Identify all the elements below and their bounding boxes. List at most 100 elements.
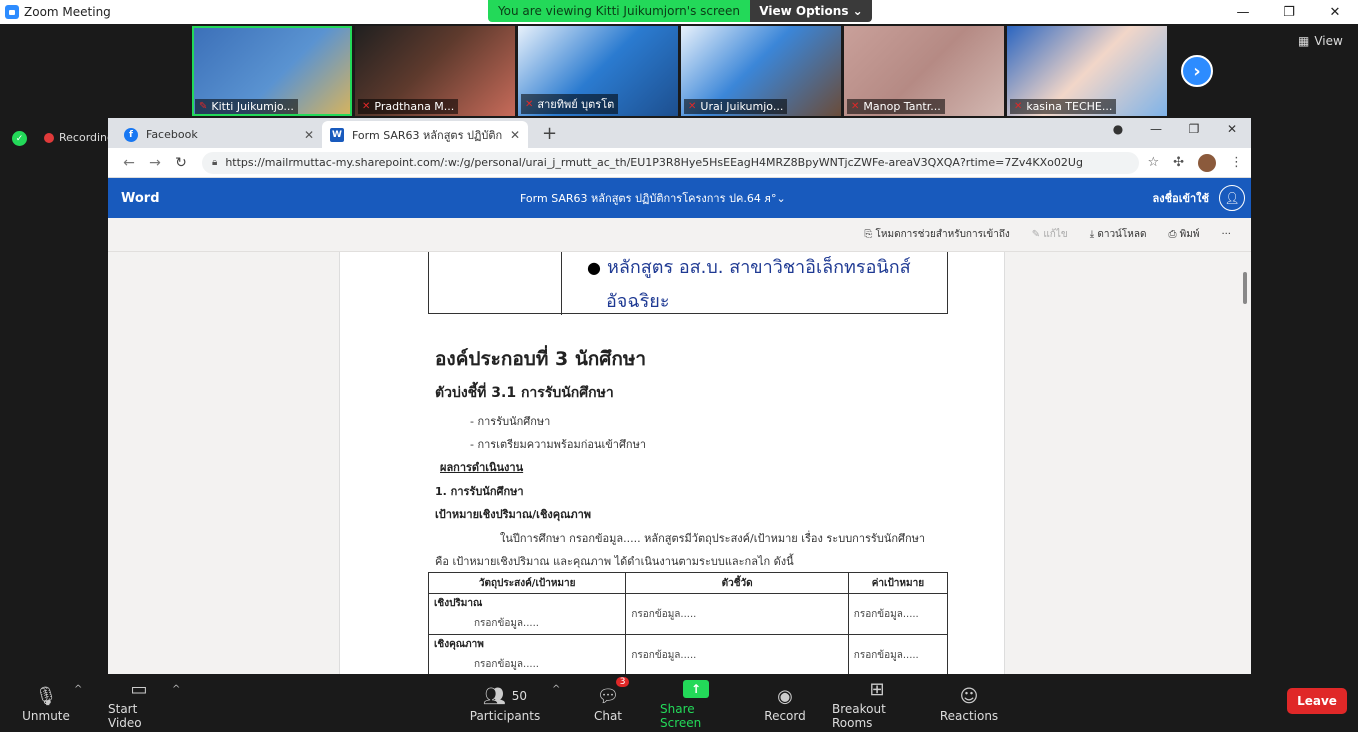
participant-tile[interactable]: ✎ Kitti Juikumjo... — [192, 26, 352, 116]
mic-off-icon: ✕ — [525, 98, 534, 110]
view-options-button[interactable]: View Options ⌄ — [750, 0, 872, 22]
word-header: Word Form SAR63 หลักสูตร ปฏิบัติการโครงก… — [108, 178, 1251, 218]
bullet-icon: ● — [587, 258, 601, 277]
chat-button[interactable]: 💬︎ 3 Chat — [588, 674, 630, 732]
browser-tabbar: f Facebook ✕ W Form SAR63 หลักสูตร ปฏิบั… — [108, 118, 1251, 148]
url-input[interactable]: 🔒︎ https://mailrmuttac-my.sharepoint.com… — [202, 151, 1140, 174]
zoom-control-bar: 🎙︎ Unmute ^ ▭ Start Video ^ 👥︎ 50 Partici… — [0, 674, 1358, 732]
next-page-arrow-icon[interactable]: › — [1181, 55, 1213, 87]
user-icon[interactable]: 👤︎ — [1219, 185, 1245, 211]
close-tab-icon[interactable]: ✕ — [510, 128, 520, 142]
breakout-rooms-button[interactable]: ⊞ Breakout Rooms — [832, 674, 922, 732]
participant-tile[interactable]: ✕ สายทิพย์ บุตรโต — [518, 26, 678, 116]
reactions-button[interactable]: ☺ Reactions — [940, 674, 998, 732]
participants-caret-icon[interactable]: ^ — [552, 684, 560, 695]
table-header: ตัวชี้วัด — [625, 572, 849, 594]
forward-arrow-icon[interactable]: → — [142, 155, 168, 171]
audio-options-caret-icon[interactable]: ^ — [74, 684, 82, 695]
unmute-button[interactable]: 🎙︎ Unmute — [22, 674, 70, 732]
mic-off-icon: ✕ — [362, 101, 371, 112]
recording-dot-icon — [44, 132, 54, 143]
close-button[interactable]: ✕ — [1312, 0, 1358, 24]
browser-restore-button[interactable]: ❐ — [1175, 122, 1213, 136]
chat-icon: 💬︎ — [596, 685, 620, 707]
chat-badge: 3 — [615, 677, 630, 687]
document-area: ● หลักสูตร อส.บ. สาขาวิชาอิเล็กทรอนิกส์ อ… — [108, 252, 1251, 674]
document-page: ● หลักสูตร อส.บ. สาขาวิชาอิเล็กทรอนิกส์ อ… — [339, 252, 1005, 674]
reload-icon[interactable]: ↻ — [168, 155, 194, 171]
browser-minimize-button[interactable]: — — [1137, 122, 1175, 136]
new-tab-icon[interactable]: + — [542, 123, 557, 144]
pencil-icon: ✎ — [1031, 229, 1041, 240]
media-icon[interactable]: ● — [1099, 122, 1137, 136]
scrollbar[interactable] — [1243, 272, 1247, 304]
mic-off-icon: ✕ — [1014, 101, 1023, 112]
breakout-rooms-icon: ⊞ — [869, 678, 885, 700]
sub-item: - การรับนักศึกษา — [470, 415, 551, 428]
download-button[interactable]: ⤓ ดาวน์โหลด — [1090, 227, 1147, 242]
video-off-icon: ▭ — [130, 678, 148, 700]
start-video-button[interactable]: ▭ Start Video — [108, 674, 170, 732]
paragraph: คือ เป้าหมายเชิงปริมาณ และคุณภาพ ได้ดำเน… — [435, 555, 794, 568]
back-arrow-icon[interactable]: ← — [116, 155, 142, 171]
signin-link[interactable]: ลงชื่อเข้าใช้ — [1153, 189, 1209, 207]
participant-tile[interactable]: ✕ Pradthana M... — [355, 26, 515, 116]
accessibility-icon: ⎘ — [864, 229, 873, 240]
more-options-button[interactable]: ··· — [1221, 229, 1231, 240]
star-icon[interactable]: ☆ — [1147, 155, 1159, 170]
tab-word-doc[interactable]: W Form SAR63 หลักสูตร ปฏิบัติการโครง ✕ — [322, 121, 528, 148]
maximize-button[interactable]: ❐ — [1266, 0, 1312, 24]
reactions-icon: ☺ — [959, 685, 979, 707]
mic-icon: ✎ — [199, 101, 208, 112]
record-icon: ◉ — [777, 685, 793, 707]
address-bar: ← → ↻ 🔒︎ https://mailrmuttac-my.sharepoi… — [108, 148, 1251, 178]
results-heading: ผลการดำเนินงาน — [440, 461, 524, 474]
edit-button[interactable]: ✎ แก้ไข — [1032, 227, 1068, 242]
participant-gallery: ✎ Kitti Juikumjo... ✕ Pradthana M... ✕ สายท… — [0, 24, 1358, 118]
participant-tile[interactable]: ✕ Urai Juikumjo... — [681, 26, 841, 116]
shared-screen: f Facebook ✕ W Form SAR63 หลักสูตร ปฏิบั… — [108, 118, 1251, 674]
view-button[interactable]: ▦ View — [1298, 34, 1343, 48]
participants-icon: 👥︎ — [482, 685, 506, 707]
table-header: วัตถุประสงค์/เป้าหมาย — [427, 572, 627, 594]
table-row: เชิงปริมาณ กรอกข้อมูล..... กรอกข้อมูล....… — [427, 593, 949, 635]
word-toolbar: ⎘ โหมดการช่วยสำหรับการเข้าถึง ✎ แก้ไข ⤓ … — [108, 218, 1251, 252]
participant-tile[interactable]: ✕ kasina TECHE... — [1007, 26, 1167, 116]
window-title: Zoom Meeting — [24, 5, 111, 19]
objectives-table: วัตถุประสงค์/เป้าหมาย ตัวชี้วัด ค่าเป้าห… — [427, 572, 949, 674]
share-screen-icon: ↑ — [683, 680, 709, 698]
security-shield-icon[interactable]: ✓ — [12, 131, 27, 146]
video-options-caret-icon[interactable]: ^ — [172, 684, 180, 695]
record-button[interactable]: ◉ Record — [764, 674, 806, 732]
target-heading: เป้าหมายเชิงปริมาณ/เชิงคุณภาพ — [435, 508, 592, 521]
doc-title[interactable]: Form SAR63 หลักสูตร ปฏิบัติการโครงการ ปค… — [520, 189, 786, 207]
minimize-button[interactable]: — — [1220, 0, 1266, 24]
participant-tile[interactable]: ✕ Manop Tantr... — [844, 26, 1004, 116]
browser-close-button[interactable]: ✕ — [1213, 122, 1251, 136]
word-app-name[interactable]: Word — [121, 191, 160, 206]
profile-avatar[interactable] — [1198, 153, 1216, 172]
facebook-icon: f — [124, 127, 138, 142]
paragraph: ในปีการศึกษา กรอกข้อมูล..... หลักสูตรมีว… — [500, 532, 926, 545]
top-table: ● หลักสูตร อส.บ. สาขาวิชาอิเล็กทรอนิกส์ อ… — [428, 252, 948, 315]
tab-facebook[interactable]: f Facebook ✕ — [116, 121, 322, 148]
leave-button[interactable]: Leave — [1287, 688, 1347, 714]
extensions-icon[interactable]: ✣ — [1173, 155, 1184, 170]
recording-indicator[interactable]: Recording — [44, 131, 114, 144]
mic-off-icon: ✕ — [688, 101, 697, 112]
close-tab-icon[interactable]: ✕ — [304, 128, 314, 142]
participants-button[interactable]: 👥︎ 50 Participants — [470, 674, 541, 732]
menu-icon[interactable]: ⋮ — [1230, 155, 1243, 170]
printer-icon: ⎙ — [1168, 229, 1177, 240]
mic-off-icon: ✕ — [851, 101, 860, 112]
table-row: เชิงคุณภาพ กรอกข้อมูล..... กรอกข้อมูล....… — [427, 634, 949, 674]
accessibility-mode-button[interactable]: ⎘ โหมดการช่วยสำหรับการเข้าถึง — [864, 227, 1009, 242]
word-icon: W — [330, 127, 344, 142]
mic-off-icon: 🎙︎ — [34, 685, 58, 707]
print-button[interactable]: ⎙ พิมพ์ — [1168, 227, 1199, 242]
share-screen-button[interactable]: ↑ Share Screen — [660, 674, 732, 732]
viewing-banner: You are viewing Kitti Juikumjorn's scree… — [488, 0, 750, 22]
item-heading: 1. การรับนักศึกษา — [435, 485, 524, 498]
table-header: ค่าเป้าหมาย — [847, 572, 949, 594]
component-heading: องค์ประกอบที่ 3 นักศึกษา — [435, 348, 647, 370]
